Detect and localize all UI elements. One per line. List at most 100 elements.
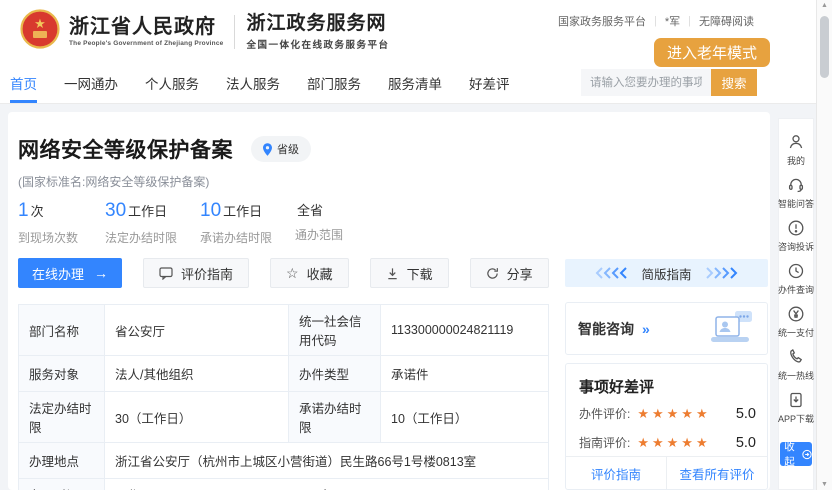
toolbar-item-unified-pay[interactable]: 统一支付 (778, 305, 814, 339)
nav-item-personal[interactable]: 个人服务 (145, 62, 199, 103)
rating-links: 评价指南 查看所有评价 (566, 456, 767, 489)
action-buttons: 在线办理 → 评价指南 ☆ 收藏 (18, 258, 549, 288)
scroll-up-arrow-icon[interactable]: ▲ (817, 2, 832, 9)
table-row: 部门名称 省公安厅 统一社会信用代码 113300000024821119 (19, 305, 549, 356)
toolbar-item-mine[interactable]: 我的 (787, 133, 805, 167)
review-guide-label: 评价指南 (181, 264, 233, 283)
level-badge: 省级 (251, 136, 311, 162)
table-value: 工作日 夏8:30-12:00，14:30-18:00；冬8:30-12:00，… (105, 479, 549, 490)
title-row: 网络安全等级保护备案 省级 (18, 134, 311, 164)
rating-row-guide: 指南评价: ★★★★★ 5.0 (579, 434, 756, 451)
elder-mode-button[interactable]: 进入老年模式 (654, 38, 770, 67)
chevrons-left-icon (595, 267, 629, 279)
user-icon (787, 133, 805, 151)
rating-score: 5.0 (736, 435, 756, 451)
share-icon (486, 267, 499, 280)
rating-link-view-all[interactable]: 查看所有评价 (667, 457, 767, 489)
table-row: 办理时间 工作日 夏8:30-12:00，14:30-18:00；冬8:30-1… (19, 479, 549, 490)
simple-guide-banner[interactable]: 简版指南 (565, 259, 768, 287)
search-button[interactable]: 搜索 (711, 69, 757, 96)
gov-name-block: 浙江省人民政府 The People's Government of Zheji… (69, 16, 223, 47)
arrow-right-icon: → (94, 265, 108, 281)
yen-circle-icon (787, 305, 805, 323)
double-chevron-right-icon: » (642, 321, 650, 337)
table-label: 办理地点 (19, 443, 105, 479)
table-label: 承诺办结时限 (289, 392, 381, 443)
collapse-button[interactable]: 收起 (780, 442, 812, 466)
history-clock-icon (787, 262, 805, 280)
app-download-icon (787, 391, 805, 409)
nav-item-department[interactable]: 部门服务 (307, 62, 361, 103)
stat-visits: 1 次 到现场次数 (18, 200, 105, 246)
toolbar-item-smart-qa[interactable]: 智能问答 (778, 176, 814, 210)
svg-text:★: ★ (34, 16, 46, 31)
side-toolbar: 我的 智能问答 咨询投诉 办件查询 统一支付 (778, 118, 814, 490)
arrow-right-circle-icon (802, 449, 812, 460)
search-input[interactable] (581, 69, 711, 96)
download-button[interactable]: 下载 (370, 258, 449, 288)
share-label: 分享 (507, 264, 533, 283)
star-rating-icon: ★★★★★ (637, 435, 710, 451)
toolbar-item-complaint[interactable]: 咨询投诉 (778, 219, 814, 253)
logo-divider (234, 15, 235, 49)
download-label: 下载 (407, 264, 433, 283)
service-info-table: 部门名称 省公安厅 统一社会信用代码 113300000024821119 服务… (18, 304, 549, 490)
share-button[interactable]: 分享 (470, 258, 549, 288)
stat-scope: 全省 通办范围 (295, 200, 343, 246)
portal-name-block: 浙江政务服务网 全国一体化在线政务服务平台 (246, 13, 389, 51)
top-link-national-platform[interactable]: 国家政务服务平台 (558, 13, 646, 29)
table-value: 30（工作日） (105, 392, 289, 443)
chevrons-right-icon (704, 267, 738, 279)
table-label: 部门名称 (19, 305, 105, 356)
portal-name: 浙江政务服务网 (246, 13, 389, 34)
rating-link-review-guide[interactable]: 评价指南 (566, 457, 667, 489)
table-row: 法定办结时限 30（工作日） 承诺办结时限 10（工作日） (19, 392, 549, 443)
table-value: 法人/其他组织 (105, 356, 289, 392)
table-value: 省公安厅 (105, 305, 289, 356)
stat-legal-limit: 30 工作日 法定办结时限 (105, 200, 200, 246)
stat-unit: 工作日 (128, 201, 167, 220)
nav-item-service-list[interactable]: 服务清单 (388, 62, 442, 103)
site-logo[interactable]: ★ 浙江省人民政府 The People's Government of Zhe… (20, 9, 389, 54)
portal-subtitle: 全国一体化在线政务服务平台 (246, 37, 389, 51)
smart-consult-card[interactable]: 智能咨询 » (565, 302, 768, 355)
comment-icon (159, 267, 173, 280)
table-value: 10（工作日） (381, 392, 549, 443)
stat-value: 10 (200, 200, 221, 222)
online-apply-button[interactable]: 在线办理 → (18, 258, 122, 288)
table-label: 办理时间 (19, 479, 105, 490)
top-link-username[interactable]: *军 (665, 13, 680, 29)
stat-label: 到现场次数 (18, 229, 105, 246)
rating-row-case: 办件评价: ★★★★★ 5.0 (579, 405, 756, 422)
stat-label: 通办范围 (295, 226, 343, 243)
top-link-accessibility[interactable]: 无障碍阅读 (699, 13, 754, 29)
stat-label: 承诺办结时限 (200, 229, 295, 246)
standard-name: (国家标准名:网络安全等级保护备案) (18, 173, 209, 190)
toolbar-label: APP下载 (778, 412, 814, 425)
star-icon: ☆ (286, 266, 299, 280)
toolbar-label: 我的 (787, 154, 805, 167)
page: ★ 浙江省人民政府 The People's Government of Zhe… (0, 0, 832, 490)
page-title: 网络安全等级保护备案 (18, 134, 233, 164)
table-row: 办理地点 浙江省公安厅（杭州市上城区小营街道）民生路66号1号楼0813室 (19, 443, 549, 479)
smart-consult-title: 智能咨询 (578, 319, 634, 339)
stat-label: 法定办结时限 (105, 229, 200, 246)
rating-card: 事项好差评 办件评价: ★★★★★ 5.0 指南评价: ★★★★★ 5.0 评价… (565, 363, 768, 490)
nav-item-rating[interactable]: 好差评 (469, 62, 510, 103)
scrollbar-thumb[interactable] (820, 16, 829, 78)
toolbar-item-app-download[interactable]: APP下载 (778, 391, 814, 425)
toolbar-item-hotline[interactable]: 统一热线 (778, 348, 814, 382)
toolbar-label: 智能问答 (778, 197, 814, 210)
review-guide-button[interactable]: 评价指南 (143, 258, 249, 288)
toolbar-label: 统一热线 (778, 369, 814, 382)
toolbar-item-case-query[interactable]: 办件查询 (778, 262, 814, 296)
nav-item-home[interactable]: 首页 (10, 62, 37, 103)
scroll-down-arrow-icon[interactable]: ▼ (817, 481, 832, 488)
scrollbar[interactable]: ▲ ▼ (816, 0, 832, 490)
nav-item-one-net[interactable]: 一网通办 (64, 62, 118, 103)
simple-guide-label: 简版指南 (641, 264, 691, 283)
nav-item-legal[interactable]: 法人服务 (226, 62, 280, 103)
favorite-button[interactable]: ☆ 收藏 (270, 258, 349, 288)
toolbar-label: 统一支付 (778, 326, 814, 339)
favorite-label: 收藏 (307, 264, 333, 283)
